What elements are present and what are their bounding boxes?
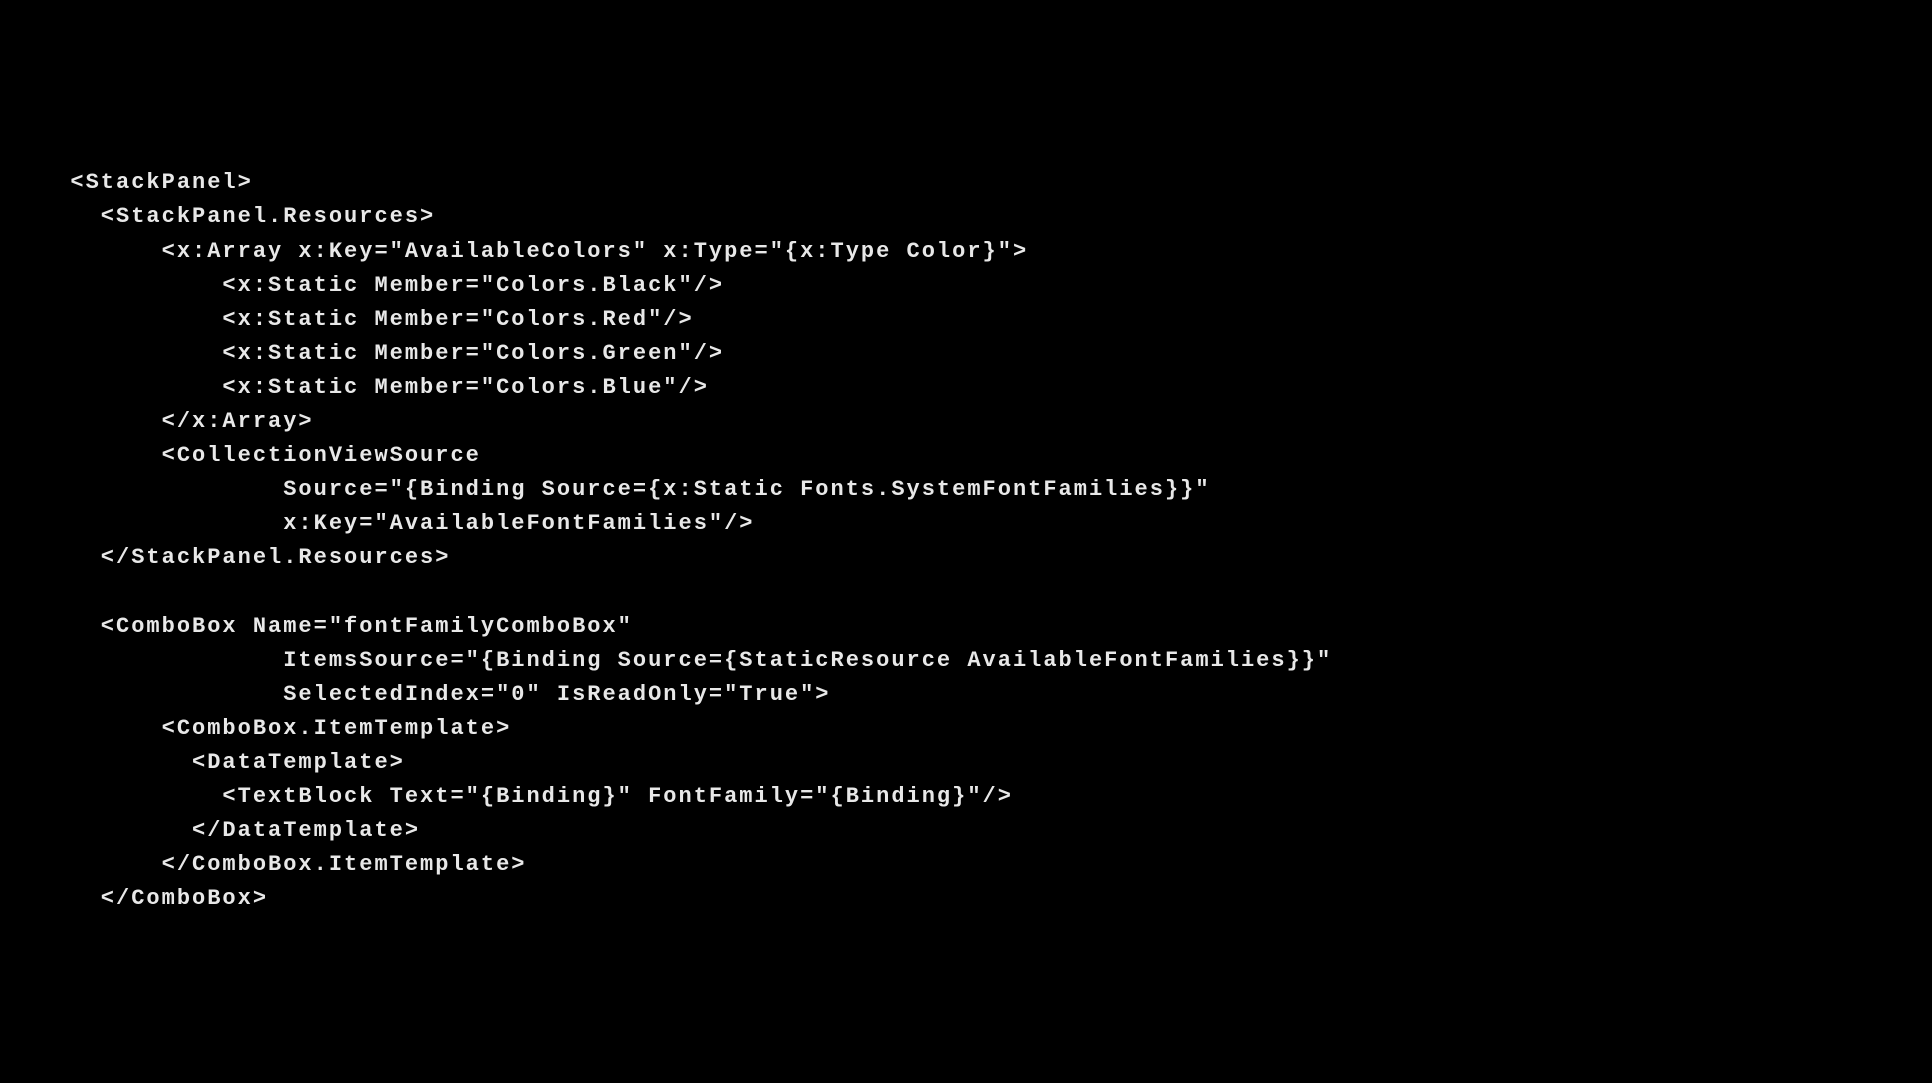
code-line: <CollectionViewSource (40, 443, 481, 468)
code-line: <x:Static Member="Colors.Green"/> (40, 341, 724, 366)
code-line: </ComboBox> (40, 886, 268, 911)
code-line: <StackPanel> (70, 170, 252, 195)
code-line: <StackPanel.Resources> (40, 204, 435, 229)
code-line: <ComboBox Name="fontFamilyComboBox" (40, 614, 633, 639)
code-line: x:Key="AvailableFontFamilies"/> (40, 511, 755, 536)
code-line: </x:Array> (40, 409, 314, 434)
xaml-code-block: <StackPanel> <StackPanel.Resources> <x:A… (40, 132, 1892, 916)
code-line: <ComboBox.ItemTemplate> (40, 716, 511, 741)
code-line: <x:Static Member="Colors.Blue"/> (40, 375, 709, 400)
code-line: SelectedIndex="0" IsReadOnly="True"> (40, 682, 831, 707)
code-line: ItemsSource="{Binding Source={StaticReso… (40, 648, 1332, 673)
code-line: </ComboBox.ItemTemplate> (40, 852, 526, 877)
code-line: </StackPanel.Resources> (40, 545, 450, 570)
code-line: <x:Array x:Key="AvailableColors" x:Type=… (40, 239, 1028, 264)
code-line: <DataTemplate> (40, 750, 405, 775)
code-line: <TextBlock Text="{Binding}" FontFamily="… (40, 784, 1013, 809)
code-line: </DataTemplate> (40, 818, 420, 843)
code-line: <x:Static Member="Colors.Red"/> (40, 307, 694, 332)
code-line: <x:Static Member="Colors.Black"/> (40, 273, 724, 298)
code-line: Source="{Binding Source={x:Static Fonts.… (40, 477, 1211, 502)
